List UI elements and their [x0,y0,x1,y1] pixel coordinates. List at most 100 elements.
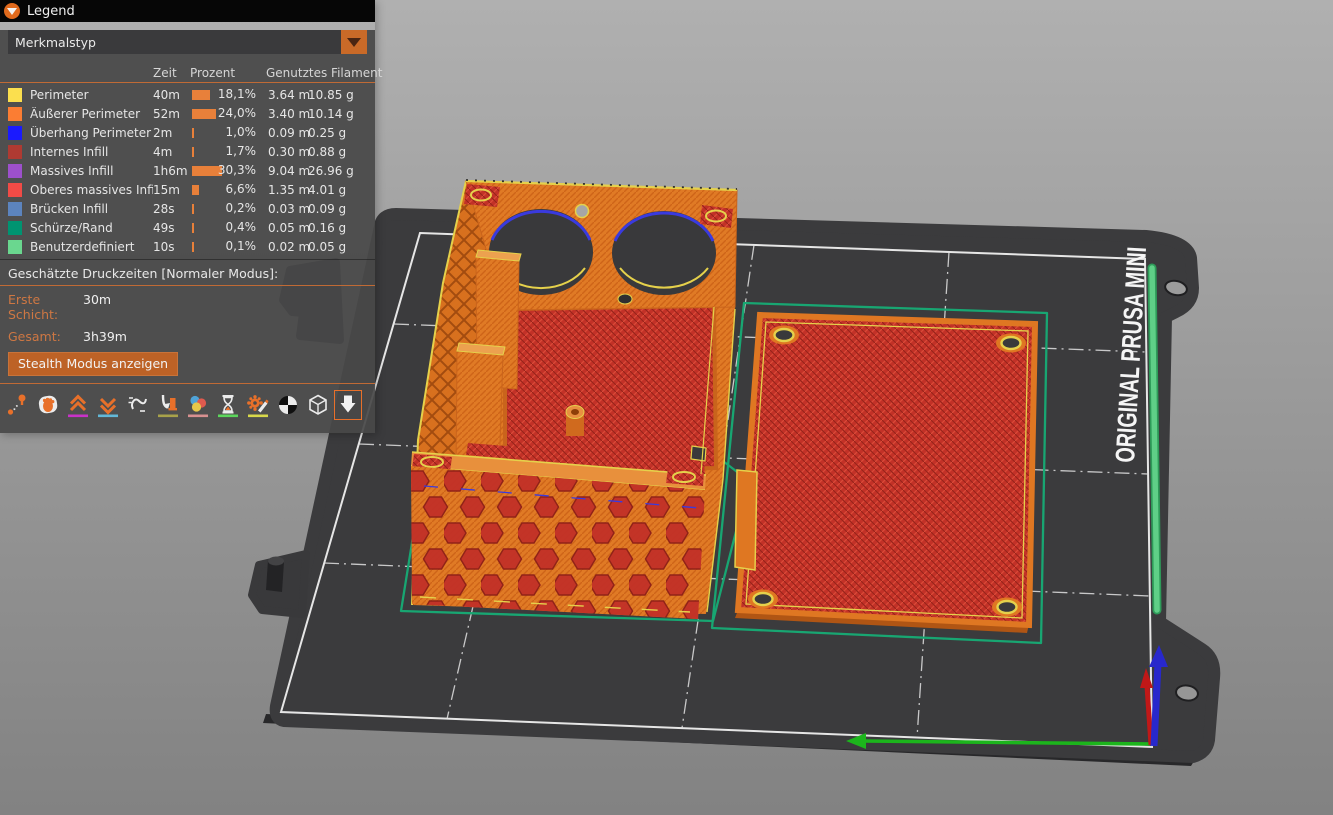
feature-label: Perimeter [30,88,153,102]
dropdown-arrow-icon[interactable] [341,30,367,54]
feature-filament-length: 3.40 m [268,107,308,121]
feature-label: Schürze/Rand [30,221,153,235]
feature-table: Perimeter 40m 18,1% 3.64 m 10.85 g Äußer… [0,85,375,256]
percent-bar [192,147,194,157]
feature-time: 1h6m [153,164,190,178]
feature-color-swatch [8,126,22,140]
retractions-icon[interactable] [66,392,90,418]
box-honeycomb-wall [411,466,705,619]
feature-filament-weight: 10.85 g [308,88,367,102]
percent-bar [192,242,194,252]
estimated-times-heading: Geschätzte Druckzeiten [Normaler Modus]: [0,260,375,285]
feature-label: Überhang Perimeter [30,126,153,140]
panel-small-hole [618,294,632,304]
feature-percent-cell: 0,2% [190,199,260,218]
feature-percent: 30,3% [218,163,256,177]
feature-color-swatch [8,145,22,159]
column-filament: Genutztes Filament [266,66,382,80]
feature-label: Internes Infill [30,145,153,159]
stealth-mode-button[interactable]: Stealth Modus anzeigen [8,352,178,376]
feature-percent-cell: 18,1% [190,85,260,104]
feature-label: Äußerer Perimeter [30,107,153,121]
legend-feature-row: Benutzerdefiniert 10s 0,1% 0.02 m 0.05 g [0,237,375,256]
legend-feature-row: Brücken Infill 28s 0,2% 0.03 m 0.09 g [0,199,375,218]
feature-filament-length: 0.03 m [268,202,308,216]
percent-bar [192,185,199,195]
feature-percent-cell: 24,0% [190,104,260,123]
feature-percent: 0,4% [226,220,257,234]
column-time: Zeit [153,66,190,80]
percent-bar [192,128,194,138]
feature-percent: 18,1% [218,87,256,101]
panel-through-hole [576,205,589,218]
travel-moves-icon[interactable] [6,392,30,418]
total-time-value: 3h39m [83,329,127,344]
feature-color-swatch [8,183,22,197]
feature-filament-weight: 0.05 g [308,240,367,254]
pause-prints-icon[interactable] [216,392,240,418]
tool-changes-icon[interactable] [156,392,180,418]
legend-header[interactable]: Legend [0,0,375,22]
purge-line [1152,268,1157,610]
feature-percent: 0,1% [226,239,257,253]
center-of-mass-icon[interactable] [276,392,300,418]
wipe-moves-icon[interactable] [36,392,60,418]
seams-icon[interactable] [126,392,150,418]
feature-label: Brücken Infill [30,202,153,216]
total-time-label: Gesamt: [8,329,83,344]
view-type-value: Merkmalstyp [8,35,96,50]
feature-filament-length: 0.02 m [268,240,308,254]
feature-percent: 24,0% [218,106,256,120]
feature-filament-weight: 0.16 g [308,221,367,235]
feature-label: Benutzerdefiniert [30,240,153,254]
feature-color-swatch [8,88,22,102]
view-type-dropdown[interactable]: Merkmalstyp [8,30,367,54]
legend-feature-row: Äußerer Perimeter 52m 24,0% 3.40 m 10.14… [0,104,375,123]
feature-time: 40m [153,88,190,102]
feature-time: 2m [153,126,190,140]
color-changes-icon[interactable] [186,392,210,418]
custom-gcodes-icon[interactable] [246,392,270,418]
feature-label: Oberes massives Infill [30,183,153,197]
legend-panel: Legend Merkmalstyp Zeit Prozent Genutzte… [0,0,375,433]
feature-percent-cell: 30,3% [190,161,260,180]
bed-peg-top [268,557,284,566]
feature-filament-length: 9.04 m [268,164,308,178]
percent-bar [192,90,210,100]
legend-column-headers: Zeit Prozent Genutztes Filament [0,62,375,82]
feature-time: 49s [153,221,190,235]
feature-percent: 1,0% [226,125,257,139]
lid-top-infill [738,315,1035,625]
deretractions-icon[interactable] [96,392,120,418]
feature-percent: 0,2% [226,201,257,215]
feature-percent: 1,7% [226,144,257,158]
legend-title: Legend [27,4,75,19]
shells-icon[interactable] [306,392,330,418]
feature-color-swatch [8,164,22,178]
feature-color-swatch [8,107,22,121]
feature-color-swatch [8,240,22,254]
feature-time: 4m [153,145,190,159]
legend-feature-row: Internes Infill 4m 1,7% 0.30 m 0.88 g [0,142,375,161]
tool-marker-icon[interactable] [336,392,360,418]
percent-bar [192,109,216,119]
feature-filament-weight: 26.96 g [308,164,367,178]
model-lid-plate[interactable] [712,303,1047,643]
feature-time: 15m [153,183,190,197]
feature-filament-length: 3.64 m [268,88,308,102]
lid-tab [735,470,757,570]
first-layer-label: Erste Schicht: [8,292,83,322]
feature-percent-cell: 6,6% [190,180,260,199]
model-electronics-box[interactable] [401,180,749,621]
percent-bar [192,223,194,233]
feature-percent-cell: 0,4% [190,218,260,237]
preview-toolbar [0,386,375,425]
feature-filament-weight: 10.14 g [308,107,367,121]
feature-time: 10s [153,240,190,254]
collapse-icon[interactable] [4,3,20,19]
feature-filament-length: 1.35 m [268,183,308,197]
feature-filament-weight: 0.25 g [308,126,367,140]
feature-color-swatch [8,221,22,235]
prusaslicer-preview: ORIGINAL PRUSA MINI [0,0,1333,815]
feature-percent-cell: 1,0% [190,123,260,142]
